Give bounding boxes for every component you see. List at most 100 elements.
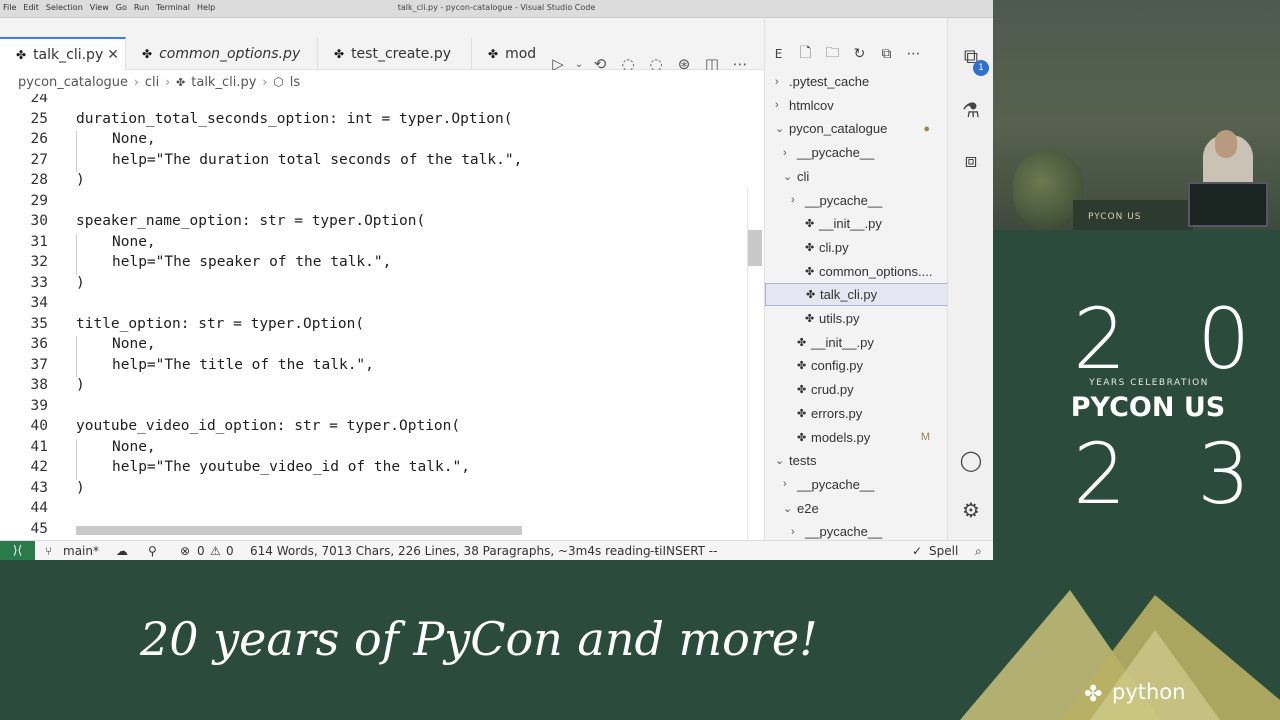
collapse-all-icon[interactable]: ⧉: [873, 46, 900, 62]
notification-badge: 1: [973, 60, 989, 76]
remote-indicator-icon[interactable]: ⟩⟨: [0, 541, 35, 560]
remote-explorer-icon[interactable]: ⧈: [948, 148, 993, 172]
code-text: None,: [112, 233, 156, 250]
tree-file[interactable]: ✤ utils.py: [765, 307, 947, 330]
code-line: 32 help="The speaker of the talk.",: [0, 254, 760, 275]
tree-file[interactable]: ✤ __init__.py: [765, 212, 947, 235]
more-actions-icon[interactable]: ⋯: [900, 46, 927, 62]
python-file-icon: ✤: [805, 313, 815, 325]
indent-guide: [76, 336, 77, 357]
tree-folder[interactable]: ⌄ pycon_catalogue ●: [765, 117, 947, 140]
spell-check-status[interactable]: Spell: [929, 544, 958, 558]
word-count-status[interactable]: 614 Words, 7013 Chars, 226 Lines, 38 Par…: [250, 544, 663, 558]
code-text: None,: [112, 336, 156, 352]
tree-folder[interactable]: ⌄ e2e: [765, 497, 947, 520]
menu-go[interactable]: Go: [116, 3, 127, 12]
python-file-icon: ✤: [16, 47, 27, 62]
chevron-right-icon: ›: [783, 146, 787, 159]
tree-file[interactable]: ✤ __init__.py: [765, 331, 947, 354]
warning-count[interactable]: 0: [226, 544, 234, 558]
tree-folder[interactable]: › __pycache__: [765, 189, 947, 212]
refresh-icon[interactable]: ↻: [846, 46, 873, 62]
breadcrumb-item[interactable]: pycon_catalogue: [18, 75, 128, 90]
testing-flask-icon[interactable]: ⚗: [948, 98, 993, 122]
tab-models[interactable]: ✤ mod: [472, 37, 542, 70]
scrollbar-thumb[interactable]: [748, 230, 762, 266]
python-file-icon: ✤: [797, 360, 807, 373]
line-number: 24: [30, 94, 48, 106]
new-file-icon[interactable]: 🗋: [792, 42, 819, 66]
tree-item-label: config.py: [811, 358, 864, 374]
menu-selection[interactable]: Selection: [46, 3, 83, 12]
menu-terminal[interactable]: Terminal: [156, 3, 190, 12]
code-line: 30 speaker_name_option: str = typer.Optio…: [0, 213, 760, 233]
tree-item-label: __pycache__: [805, 524, 883, 540]
tagline: 20 years of PyCon and more!: [140, 612, 818, 666]
tree-folder[interactable]: › htmlcov: [765, 94, 947, 117]
breadcrumb-item[interactable]: ls: [290, 75, 300, 90]
line-number: 31: [30, 233, 48, 250]
indent-guide: [76, 438, 77, 459]
close-icon[interactable]: ✕: [107, 47, 119, 63]
tree-folder[interactable]: ⌄ cli: [765, 165, 947, 188]
error-count[interactable]: 0: [197, 544, 205, 558]
feedback-icon[interactable]: ⌕: [975, 544, 982, 559]
python-logo-icon: ✤: [1084, 682, 1103, 707]
code-editor[interactable]: 24 25 duration_total_seconds_option: int =…: [0, 94, 764, 540]
tree-file[interactable]: ✤ errors.py: [765, 402, 947, 425]
horizontal-scrollbar[interactable]: [76, 526, 522, 535]
code-line: 38): [0, 377, 760, 397]
menu-bar: File Edit Selection View Go Run Terminal…: [3, 3, 215, 12]
tree-folder[interactable]: › __pycache__: [765, 141, 947, 164]
code-line: 35 title_option: str = typer.Option(: [0, 316, 760, 336]
tree-folder[interactable]: › .pytest_cache: [765, 70, 947, 93]
indent-guide: [76, 151, 77, 172]
account-icon[interactable]: ◯: [948, 448, 993, 472]
menu-file[interactable]: File: [3, 3, 16, 12]
gear-icon[interactable]: ⚙: [948, 498, 993, 522]
code-text: None,: [112, 131, 156, 147]
tree-file[interactable]: ✤ common_options....: [765, 260, 947, 283]
tree-folder[interactable]: › __pycache__: [765, 473, 947, 496]
tree-file[interactable]: ✤ cli.py: [765, 236, 947, 259]
chevron-right-icon: ›: [165, 75, 171, 89]
breadcrumb-item[interactable]: talk_cli.py: [191, 75, 256, 90]
indent-guide: [76, 254, 77, 275]
menu-view[interactable]: View: [90, 3, 109, 12]
tab-test-create[interactable]: ✤ test_create.py: [318, 37, 472, 70]
python-file-icon: ✤: [488, 46, 499, 61]
new-folder-icon[interactable]: 🗀: [819, 42, 846, 66]
sync-icon[interactable]: ☁: [116, 544, 128, 558]
tree-file[interactable]: ✤ models.py M: [765, 426, 947, 449]
line-number: 38: [30, 377, 48, 393]
tab-label: test_create.py: [351, 45, 452, 62]
check-icon: ✓: [912, 544, 923, 558]
tree-item-label: cli.py: [819, 239, 849, 255]
tree-file[interactable]: ✤ config.py: [765, 354, 947, 377]
breadcrumb-item[interactable]: cli: [145, 75, 159, 90]
tree-folder[interactable]: ⌄ tests: [765, 449, 947, 472]
chevron-down-icon[interactable]: ⌄: [572, 59, 586, 70]
code-text: help="The speaker of the talk.",: [112, 254, 392, 270]
branch-name[interactable]: main*: [63, 544, 99, 558]
debug-icon[interactable]: ⚲: [148, 544, 157, 558]
tree-folder[interactable]: › __pycache__: [765, 520, 947, 540]
code-line: 43): [0, 480, 760, 500]
menu-edit[interactable]: Edit: [23, 3, 39, 12]
tree-item-label: __pycache__: [805, 192, 883, 208]
menu-help[interactable]: Help: [197, 3, 215, 12]
tree-file[interactable]: ✤ crud.py: [765, 378, 947, 401]
tree-item-label: errors.py: [811, 405, 863, 421]
chevron-down-icon: ⌄: [775, 455, 785, 468]
python-file-icon: ✤: [805, 218, 815, 231]
git-status-badge: ●: [923, 122, 930, 135]
line-number: 29: [30, 192, 48, 209]
tree-file[interactable]: ✤ talk_cli.py: [765, 283, 947, 307]
tab-talk-cli[interactable]: ✤ talk_cli.py ✕: [0, 37, 126, 70]
symbol-icon: ⬡: [273, 75, 284, 89]
tree-item-label: e2e: [797, 500, 819, 516]
code-text: duration_total_seconds_option: int = typ…: [76, 110, 513, 127]
menu-run[interactable]: Run: [134, 3, 149, 12]
line-number: 28: [30, 172, 48, 188]
tab-common-options[interactable]: ✤ common_options.py: [126, 37, 318, 70]
